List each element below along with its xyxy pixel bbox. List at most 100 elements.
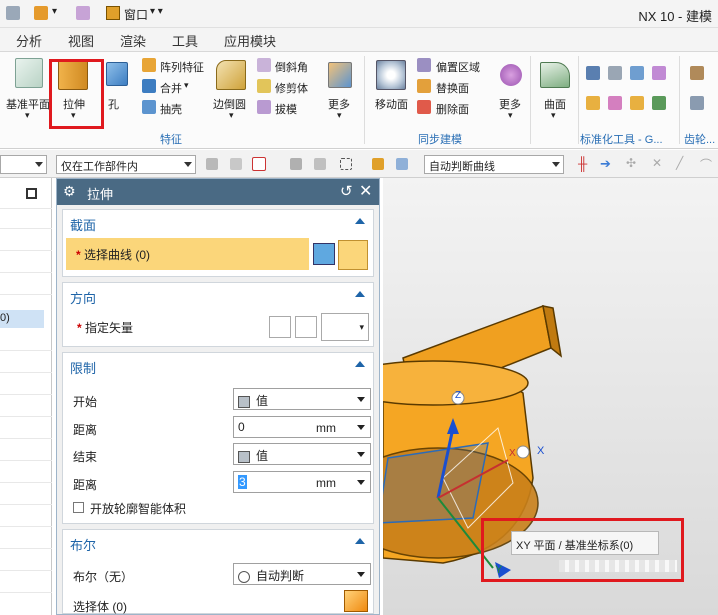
tab-analysis[interactable]: 分析 [16,31,42,50]
tab-app-modules[interactable]: 应用模块 [224,31,276,50]
datum-plane-icon[interactable] [15,58,43,88]
edge-blend-arrow-icon[interactable]: ▾ [229,110,234,121]
draft-icon[interactable] [257,100,271,114]
reverse-direction-icon[interactable] [269,316,291,338]
snap-icon[interactable] [230,158,242,170]
offset-region-icon[interactable] [417,58,431,72]
shell-icon[interactable] [142,100,156,114]
navigator-selected-row[interactable]: 0) [0,310,44,328]
window-menu-arrow-icon[interactable]: ▾ ▾ [150,6,163,17]
more-features-icon[interactable] [328,62,352,88]
std-tool-icon[interactable] [630,66,644,80]
std-tool-icon[interactable] [608,96,622,110]
move-face-label[interactable]: 移动面 [375,96,408,112]
curve-select-icon[interactable] [338,240,368,270]
type-filter-select[interactable] [0,155,47,174]
std-tool-icon[interactable] [608,66,622,80]
window-menu[interactable]: 窗口 [124,6,148,23]
edge-blend-icon[interactable] [216,60,246,90]
hole-icon[interactable] [106,62,128,86]
book-icon[interactable] [34,6,48,20]
quick-access-toolbar: ▾ 窗口 ▾ ▾ NX 10 - 建模 [0,0,718,28]
collapse-icon[interactable] [355,538,365,544]
snap-icon[interactable] [290,158,302,170]
snap-icon[interactable] [314,158,326,170]
snap-icon[interactable]: ✕ [652,156,662,170]
pattern-feature-icon[interactable] [142,58,156,72]
collapse-icon[interactable] [355,361,365,367]
start-select[interactable]: 值 [233,388,371,410]
reset-icon[interactable]: ↺ [340,182,353,200]
snap-arrow-icon[interactable]: ➔ [600,156,611,172]
replace-face-label[interactable]: 替换面 [436,80,469,96]
snap-icon[interactable] [206,158,218,170]
limits-title[interactable]: 限制 [70,358,96,377]
move-face-icon[interactable] [376,60,406,90]
maximize-icon[interactable] [26,188,37,199]
snap-endpoint-icon[interactable]: ╫ [578,156,587,171]
distance1-input[interactable]: 0 mm [233,416,371,438]
tab-tools[interactable]: 工具 [172,31,198,50]
more-features-arrow-icon[interactable]: ▾ [337,110,342,121]
collapse-icon[interactable] [355,291,365,297]
scope-filter-select[interactable]: 仅在工作部件内 [56,155,196,174]
close-icon[interactable]: ✕ [359,181,372,201]
hole-label[interactable]: 孔 [108,96,119,112]
unite-arrow-icon[interactable]: ▾ [184,80,189,91]
gear-tool-icon[interactable] [690,96,704,110]
more-sync-arrow-icon[interactable]: ▾ [508,110,513,121]
distance2-input[interactable]: 3 mm [233,471,371,493]
window-icon[interactable] [106,6,120,20]
datum-plane-arrow-icon[interactable]: ▾ [25,110,30,121]
unite-icon[interactable] [142,79,156,93]
filter-icon[interactable] [396,158,408,170]
select-body-icon[interactable] [344,590,368,612]
shell-label[interactable]: 抽壳 [160,101,182,117]
std-tool-icon[interactable] [652,96,666,110]
chamfer-icon[interactable] [257,58,271,72]
sketch-section-icon[interactable] [313,243,335,265]
section-title[interactable]: 截面 [70,215,96,234]
replace-face-icon[interactable] [417,79,431,93]
open-profile-checkbox[interactable] [73,502,84,513]
surface-arrow-icon[interactable]: ▾ [551,110,556,121]
chamfer-label[interactable]: 倒斜角 [275,59,308,75]
surface-icon[interactable] [540,62,570,88]
draft-label[interactable]: 拔模 [275,101,297,117]
save-icon[interactable] [6,6,20,20]
end-select[interactable]: 值 [233,443,371,465]
std-tool-icon[interactable] [652,66,666,80]
select-curve-row[interactable]: * 选择曲线 (0) [66,238,309,270]
eraser-icon[interactable] [76,6,90,20]
snap-icon[interactable]: ⌒ [700,156,712,173]
std-tool-icon[interactable] [586,66,600,80]
offset-region-label[interactable]: 偏置区域 [436,59,480,75]
collapse-icon[interactable] [355,218,365,224]
gear-icon[interactable]: ⚙ [63,183,76,200]
delete-face-label[interactable]: 删除面 [436,101,469,117]
gear-tool-icon[interactable] [690,66,704,80]
snap-icon[interactable]: ✣ [626,156,636,170]
origin-handle-icon[interactable] [516,445,530,459]
boolean-select[interactable]: 自动判断 [233,563,371,585]
vector-type-select[interactable]: ▾ [321,313,369,341]
more-sync-icon[interactable] [500,64,522,86]
direction-title[interactable]: 方向 [70,288,96,307]
std-tool-icon[interactable] [586,96,600,110]
vector-dialog-icon[interactable] [295,316,317,338]
std-tool-icon[interactable] [630,96,644,110]
pattern-feature-label[interactable]: 阵列特征 [160,59,204,75]
select-icon[interactable] [252,157,266,171]
curve-rule-select[interactable]: 自动判断曲线 [424,155,564,174]
trim-body-icon[interactable] [257,79,271,93]
tab-view[interactable]: 视图 [68,31,94,50]
tab-render[interactable]: 渲染 [120,31,146,50]
filter-icon[interactable] [372,158,384,170]
trim-body-label[interactable]: 修剪体 [275,80,308,96]
delete-face-icon[interactable] [417,100,431,114]
boolean-title[interactable]: 布尔 [70,535,96,554]
box-select-icon[interactable] [340,158,352,170]
dropdown-icon[interactable]: ▾ [52,6,57,17]
snap-icon[interactable]: ╱ [676,156,683,170]
unite-label[interactable]: 合并 [160,80,182,96]
